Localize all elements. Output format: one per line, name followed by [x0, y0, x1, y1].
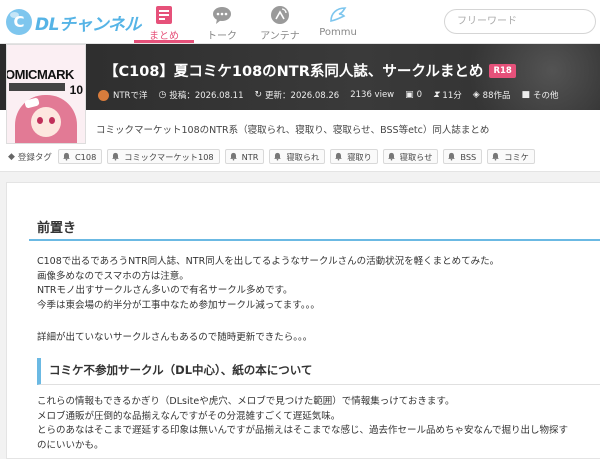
article-body: 前置き C108で出るであろうNTR同人誌、NTR同人を出してるようなサークルさ…: [6, 182, 600, 459]
tag-label: コミケ: [504, 151, 529, 162]
tag-label: BSS: [460, 151, 477, 162]
nav-pommu[interactable]: Pommu: [308, 3, 368, 43]
antenna-icon: [271, 6, 289, 24]
tag-chip[interactable]: C108: [57, 149, 103, 164]
article-info: コミックマーケット108のNTR系（寝取られ、寝取り、寝取らせ、BSS等etc）…: [0, 110, 600, 172]
tag-label: コミックマーケット108: [124, 151, 214, 162]
text-line: 今季は東会場の約半分が工事中なため参加サークル減ってます。。。: [37, 299, 320, 311]
tag-label: 寝取らせ: [399, 151, 433, 162]
comment-icon: ▣: [405, 90, 414, 100]
title-row: 【C108】夏コミケ108のNTR系同人誌、サークルまとめ R18: [104, 60, 516, 81]
bell-icon: [492, 152, 500, 161]
cover-title: OMICMARK: [6, 67, 74, 82]
nav-matome[interactable]: まとめ: [134, 3, 194, 43]
posted-date-text: 投稿：2026.08.11: [169, 91, 244, 101]
text-line: 詳細が出ていないサークルさんもあるので随時更新できたら。。。: [37, 332, 313, 343]
article-description: コミックマーケット108のNTR系（寝取られ、寝取り、寝取らせ、BSS等etc）…: [96, 125, 490, 136]
works-count-text: 88作品: [482, 91, 511, 101]
tag-chip[interactable]: BSS: [443, 149, 483, 164]
section-paragraph: これらの情報もできるかぎり（DLsiteや虎穴、メロブで見つけた範囲）で情報集っ…: [37, 395, 568, 453]
nav-talk[interactable]: トーク: [192, 3, 252, 43]
read-time-text: 11分: [442, 91, 462, 101]
clock-icon: ◷: [158, 90, 167, 100]
bell-icon: [229, 152, 237, 161]
tag-icon: ◈: [472, 90, 480, 100]
posted-date: ◷ 投稿：2026.08.11: [158, 89, 243, 101]
text-line: C108で出るであろうNTR同人誌、NTR同人を出してるようなサークルさんの活動…: [37, 256, 500, 267]
text-line: のにいいかも。: [37, 439, 104, 451]
text-line: これらの情報もできるかぎり（DLsiteや虎穴、メロブで見つけた範囲）で情報集っ…: [37, 396, 455, 407]
tag-list: ◆ 登録タグ C108 コミックマーケット108 NTR 寝取られ 寝取り 寝取らせ BSS…: [8, 149, 540, 164]
updated-date-text: 更新：2026.08.26: [265, 91, 340, 101]
tag-chip[interactable]: コミックマーケット108: [107, 149, 220, 164]
other-menu[interactable]: ■ その他: [521, 89, 558, 101]
logo-text: DLチャンネル: [35, 14, 141, 35]
bell-icon: [274, 152, 282, 161]
text-line: メロブ通販が圧倒的な品揃えなんですがその分混雑すごくて遅延気味。: [37, 410, 341, 422]
text-line: とらのあなはそこまで遅延する印象は無いんですが品揃えはそこまでな感じ、過去作セー…: [37, 425, 569, 437]
comment-count[interactable]: ▣ 0: [405, 90, 422, 100]
r18-badge: R18: [489, 63, 516, 78]
author-avatar: [98, 89, 109, 101]
read-time: ⧗ 11分: [433, 89, 462, 101]
nav-antenna[interactable]: アンテナ: [250, 3, 310, 43]
updated-date: ↻ 更新：2026.08.26: [255, 89, 340, 101]
view-count: 2136 view: [350, 90, 395, 100]
tag-label: 寝取られ: [286, 151, 320, 162]
logo-mark-icon: C: [6, 9, 32, 35]
character-eye: [37, 117, 43, 124]
tag-chip[interactable]: 寝取り: [330, 149, 378, 164]
page-title: 【C108】夏コミケ108のNTR系同人誌、サークルまとめ: [104, 64, 484, 80]
article-meta: NTRで洋 ◷ 投稿：2026.08.11 ↻ 更新：2026.08.26 21…: [98, 89, 570, 101]
cover-subtitle-bar: [9, 83, 65, 91]
comment-count-text: 0: [416, 90, 423, 100]
preface-heading: 前置き: [37, 221, 77, 236]
works-count: ◈ 88作品: [473, 89, 511, 101]
nav-label: トーク: [207, 31, 237, 42]
bell-icon: [448, 152, 456, 161]
author[interactable]: NTRで洋: [98, 89, 147, 101]
matome-book-icon: [156, 6, 172, 24]
bell-icon: [63, 152, 70, 161]
update-note-paragraph: 詳細が出ていないサークルさんもあるので随時更新できたら。。。: [37, 331, 312, 346]
chat-bubble-icon: [213, 7, 231, 24]
site-logo[interactable]: C DLチャンネル: [6, 9, 141, 35]
tag-chip[interactable]: 寝取られ: [269, 149, 326, 164]
refresh-icon: ↻: [254, 90, 263, 100]
search-input[interactable]: [444, 9, 596, 34]
section-heading: コミケ不参加サークル（DL中心）、紙の本について: [37, 358, 600, 385]
nav-label: Pommu: [319, 27, 357, 38]
tags-label-text: 登録タグ: [17, 152, 52, 163]
top-nav: C DLチャンネル まとめ トーク アンテナ Pommu: [0, 0, 600, 44]
tags-label: ◆ 登録タグ: [8, 151, 52, 163]
heading-underline: [29, 239, 600, 241]
tag-label: NTR: [241, 151, 259, 162]
text-line: NTRモノ出すサークルさん多いので有名サークル多めです。: [37, 285, 293, 297]
wing-icon: [330, 7, 347, 22]
tag-chip[interactable]: コミケ: [487, 149, 535, 164]
cover-thumbnail[interactable]: OMICMARK 10: [6, 44, 86, 144]
preface-paragraph: C108で出るであろうNTR同人誌、NTR同人を出してるようなサークルさんの活動…: [37, 255, 499, 313]
cover-number: 10: [69, 83, 83, 97]
bell-icon: [387, 152, 395, 161]
other-menu-label: その他: [533, 91, 559, 101]
tag-chip[interactable]: NTR: [224, 149, 265, 164]
tag-chip[interactable]: 寝取らせ: [382, 149, 439, 164]
author-name: NTRで洋: [113, 91, 148, 101]
nav-label: まとめ: [149, 31, 179, 42]
bell-icon: [112, 152, 120, 161]
text-line: 画像多めなのでスマホの方は注意。: [37, 270, 189, 282]
bell-icon: [335, 152, 343, 161]
tag-label: C108: [74, 151, 97, 162]
tag-label: 寝取り: [347, 151, 372, 162]
hourglass-icon: ⧗: [433, 90, 440, 100]
folder-icon: ■: [521, 90, 530, 100]
tag-icon: ◆: [8, 151, 15, 162]
character-eye: [49, 117, 55, 124]
nav-label: アンテナ: [260, 31, 300, 42]
character-face: [31, 107, 61, 137]
